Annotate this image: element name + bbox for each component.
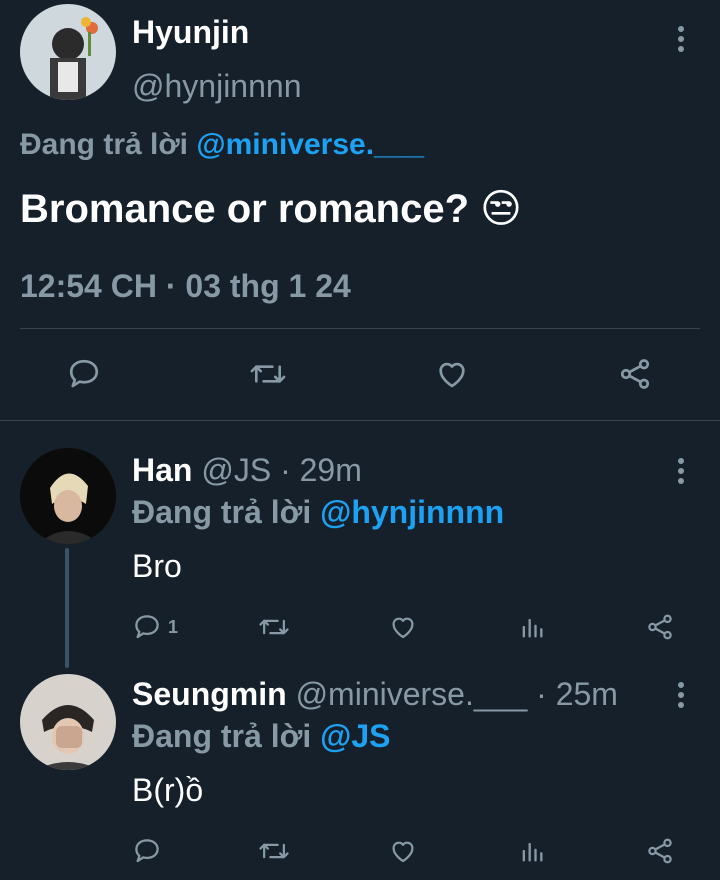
tweet-text: Bromance or romance? 😒 bbox=[20, 186, 522, 232]
reply-to-link[interactable]: @miniverse.___ bbox=[196, 128, 424, 161]
reply-prefix: Đang trả lời bbox=[132, 718, 312, 754]
thread-line bbox=[65, 548, 69, 668]
retweet-icon[interactable] bbox=[258, 612, 290, 642]
share-icon[interactable] bbox=[645, 612, 675, 642]
reply-author-handle[interactable]: @miniverse.___ bbox=[296, 676, 528, 712]
reply-context: Đang trả lời @miniverse.___ bbox=[20, 128, 424, 162]
more-vertical-icon[interactable] bbox=[676, 26, 686, 52]
reply-count: 1 bbox=[168, 616, 179, 637]
analytics-icon[interactable] bbox=[518, 612, 546, 642]
reply-context: Đang trả lời @JS bbox=[132, 718, 390, 755]
reply-author-name[interactable]: Han bbox=[132, 452, 192, 488]
reply-prefix: Đang trả lời bbox=[132, 494, 312, 530]
unamused-emoji: 😒 bbox=[480, 187, 522, 231]
analytics-icon[interactable] bbox=[518, 836, 546, 866]
heart-icon[interactable] bbox=[388, 612, 418, 642]
comment-icon bbox=[135, 615, 159, 639]
divider bbox=[20, 328, 700, 329]
reply-button[interactable]: 1 bbox=[132, 612, 178, 642]
avatar-seungmin[interactable] bbox=[20, 674, 116, 770]
reply-text: B(r)ồ bbox=[132, 772, 204, 808]
reply-text: Bro bbox=[132, 548, 182, 584]
reply-header: Seungmin @miniverse.___ · 25m bbox=[132, 676, 618, 713]
reply-author-handle[interactable]: @JS bbox=[201, 452, 271, 488]
section-divider bbox=[0, 420, 720, 421]
tweet-body: Bromance or romance? bbox=[20, 187, 470, 231]
reply-time[interactable]: · 29m bbox=[280, 452, 362, 488]
comment-icon[interactable] bbox=[132, 836, 162, 866]
reply-prefix: Đang trả lời bbox=[20, 128, 189, 161]
more-vertical-icon[interactable] bbox=[676, 682, 686, 708]
more-vertical-icon[interactable] bbox=[676, 458, 686, 484]
avatar-hyunjin[interactable] bbox=[20, 4, 116, 100]
retweet-icon[interactable] bbox=[258, 836, 290, 866]
reply-context: Đang trả lời @hynjinnnn bbox=[132, 494, 504, 531]
share-icon[interactable] bbox=[617, 356, 653, 392]
heart-icon[interactable] bbox=[388, 836, 418, 866]
reply-to-link[interactable]: @hynjinnnn bbox=[320, 494, 504, 530]
heart-icon[interactable] bbox=[434, 356, 470, 392]
avatar-han[interactable] bbox=[20, 448, 116, 544]
author-name[interactable]: Hyunjin bbox=[132, 14, 249, 51]
share-icon[interactable] bbox=[645, 836, 675, 866]
retweet-icon[interactable] bbox=[249, 356, 287, 392]
reply-header: Han @JS · 29m bbox=[132, 452, 362, 489]
reply-author-name[interactable]: Seungmin bbox=[132, 676, 287, 712]
comment-icon[interactable] bbox=[66, 356, 102, 392]
author-handle[interactable]: @hynjinnnn bbox=[132, 68, 301, 105]
reply-to-link[interactable]: @JS bbox=[320, 718, 390, 754]
tweet-timestamp[interactable]: 12:54 CH · 03 thg 1 24 bbox=[20, 268, 351, 305]
reply-time[interactable]: · 25m bbox=[536, 676, 618, 712]
